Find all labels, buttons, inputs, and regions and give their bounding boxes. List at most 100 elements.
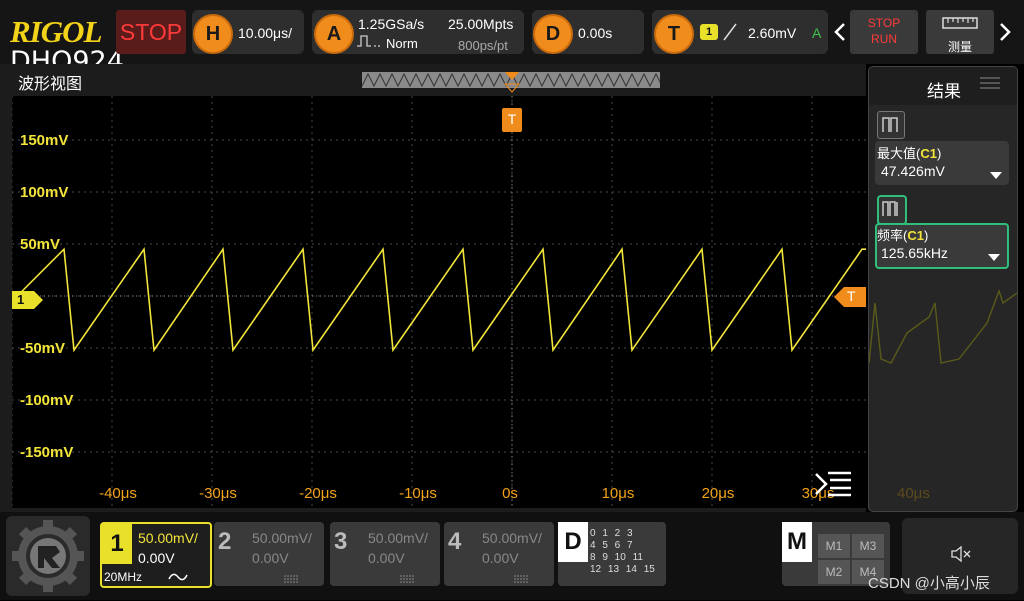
- acq-pulse-icon: [356, 34, 382, 53]
- results-menu-icon[interactable]: [979, 75, 1001, 96]
- run-stop-button[interactable]: STOP RUN: [850, 10, 918, 54]
- digital-channel-grid: 0 1 2 3 4 5 6 7 8 9 10 11 12 13 14 15: [590, 528, 655, 576]
- channel-4-coupling-icon: [514, 570, 528, 588]
- points-per-div: 800ps/pt: [458, 38, 508, 53]
- channel-1-scale: 50.00mV/: [138, 530, 198, 546]
- result-frequency-name-prefix: 频率(: [877, 228, 908, 243]
- x-tick-label: 0s: [502, 485, 518, 502]
- channel-1-offset: 0.00V: [138, 550, 175, 566]
- waveform-plot[interactable]: [11, 96, 913, 508]
- x-tick-label: 10μs: [601, 485, 635, 502]
- y-tick-label: 50mV: [20, 236, 61, 253]
- channel-1-number: 1: [102, 524, 132, 564]
- horizontal-icon[interactable]: H: [193, 14, 233, 54]
- chevron-left-icon[interactable]: [833, 22, 847, 47]
- acquire-mode: Norm: [386, 36, 418, 51]
- acquire-icon[interactable]: A: [314, 14, 354, 54]
- trigger-source-badge: 1: [700, 24, 718, 40]
- y-tick-label: 150mV: [20, 132, 69, 149]
- x-tick-label: -40μs: [99, 485, 137, 502]
- x-tick-label: -20μs: [299, 485, 337, 502]
- speaker-mute-icon[interactable]: [950, 544, 972, 569]
- channel-2-box[interactable]: 2 50.00mV/ 0.00V: [214, 522, 324, 586]
- delay-icon[interactable]: D: [533, 14, 573, 54]
- digital-row: 0 1 2 3: [590, 528, 633, 539]
- channel-4-offset: 0.00V: [482, 550, 519, 566]
- channel-3-box[interactable]: 3 50.00mV/ 0.00V: [330, 522, 440, 586]
- results-ghost-wave: [869, 288, 1017, 364]
- gear-logo-icon: [12, 520, 84, 592]
- ac-coupling-icon: [168, 570, 188, 588]
- channel-4-scale: 50.00mV/: [482, 530, 542, 546]
- waveform-view-title: 波形视图: [18, 76, 83, 93]
- result-frequency-name: 频率(C1): [877, 225, 928, 244]
- math-m2-button[interactable]: M2: [818, 560, 850, 584]
- chevron-right-icon[interactable]: [998, 22, 1012, 47]
- math-m1-button[interactable]: M1: [818, 534, 850, 558]
- channel-1-bandwidth: 20MHz: [104, 570, 143, 584]
- waveform-svg: [11, 96, 913, 508]
- y-tick-label: -50mV: [20, 340, 66, 357]
- result-max-name: 最大值(C1): [877, 143, 941, 162]
- channel-2-offset: 0.00V: [252, 550, 289, 566]
- y-tick-label: -150mV: [20, 444, 74, 461]
- rising-edge-icon: [722, 22, 738, 47]
- y-tick-label: -100mV: [20, 392, 74, 409]
- channel-1-box[interactable]: 1 50.00mV/ 0.00V 20MHz: [100, 522, 212, 588]
- result-frequency-value: 125.65kHz: [881, 245, 948, 261]
- result-max-value: 47.426mV: [881, 163, 945, 179]
- channel-3-scale: 50.00mV/: [368, 530, 428, 546]
- result-max-dropdown-icon[interactable]: [989, 167, 1003, 185]
- result-frequency-name-suffix: ): [923, 228, 929, 243]
- delay-value: 0.00s: [578, 25, 613, 41]
- digital-label: D: [558, 522, 588, 562]
- home-button[interactable]: [6, 516, 90, 596]
- result-max-channel: C1: [920, 146, 937, 161]
- channel-3-coupling-icon: [400, 570, 414, 588]
- result-max-card[interactable]: 最大值(C1) 47.426mV: [875, 141, 1009, 185]
- timebase-value: 10.00μs/: [238, 25, 292, 41]
- trigger-sweep: A: [812, 25, 822, 41]
- result-frequency-channel: C1: [907, 228, 924, 243]
- x-tick-label: -30μs: [199, 485, 237, 502]
- channel1-marker-label: 1: [17, 292, 25, 307]
- channel-3-number: 3: [334, 528, 348, 555]
- trigger-time-marker[interactable]: T: [502, 108, 522, 132]
- channel-2-number: 2: [218, 528, 232, 555]
- channel-4-box[interactable]: 4 50.00mV/ 0.00V: [444, 522, 554, 586]
- results-ghost-xtick: 40μs: [897, 485, 930, 502]
- channel1-trace: [11, 246, 866, 353]
- x-tick-label: -10μs: [399, 485, 437, 502]
- run-stop-run-label: RUN: [871, 32, 897, 46]
- brand-logo: RIGOL: [10, 14, 102, 49]
- math-m3-button[interactable]: M3: [852, 534, 884, 558]
- frequency-measure-icon[interactable]: [877, 195, 907, 225]
- digital-row: 4 5 6 7: [590, 540, 633, 551]
- watermark: CSDN @小高小辰: [868, 575, 990, 592]
- channel-2-coupling-icon: [284, 570, 298, 588]
- y-tick-label: 100mV: [20, 184, 69, 201]
- results-panel: 结果 最大值(C1) 47.426mV 频率(C1) 125.65kHz 40μ…: [868, 66, 1018, 512]
- result-frequency-card[interactable]: 频率(C1) 125.65kHz: [875, 223, 1009, 269]
- trigger-icon[interactable]: T: [654, 14, 694, 54]
- ruler-icon: [942, 17, 978, 29]
- x-tick-label: 20μs: [701, 485, 735, 502]
- sample-rate: 1.25GSa/s: [358, 16, 425, 32]
- digital-row: 12 13 14 15: [590, 564, 655, 575]
- channel-2-scale: 50.00mV/: [252, 530, 312, 546]
- run-state-indicator[interactable]: STOP: [116, 10, 186, 54]
- menu-icon[interactable]: [814, 470, 852, 503]
- trigger-level-marker-label: T: [847, 288, 856, 304]
- digital-channels-box[interactable]: D 0 1 2 3 4 5 6 7 8 9 10 11 12 13 14 15: [558, 522, 666, 586]
- run-stop-stop-label: STOP: [867, 16, 901, 30]
- result-max-name-suffix: ): [936, 146, 942, 161]
- results-title: 结果: [927, 82, 961, 101]
- max-measure-icon[interactable]: [877, 111, 905, 139]
- measure-button[interactable]: 测量: [926, 10, 994, 54]
- digital-row: 8 9 10 11: [590, 552, 643, 563]
- result-max-name-prefix: 最大值(: [877, 146, 921, 161]
- trigger-level: 2.60mV: [748, 25, 797, 41]
- result-frequency-dropdown-icon[interactable]: [987, 249, 1001, 267]
- channel-3-offset: 0.00V: [368, 550, 405, 566]
- channel-4-number: 4: [448, 528, 462, 555]
